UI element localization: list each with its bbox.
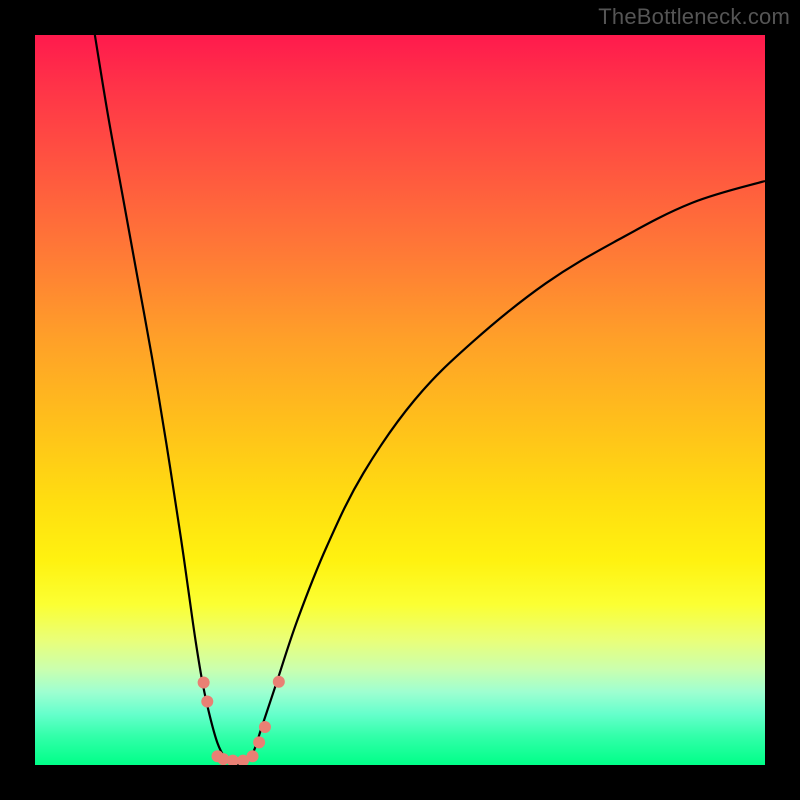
data-marker — [201, 695, 213, 707]
data-marker — [227, 755, 239, 765]
right-branch-path — [239, 181, 765, 765]
plot-area — [35, 35, 765, 765]
chart-frame: TheBottleneck.com — [0, 0, 800, 800]
watermark-label: TheBottleneck.com — [598, 4, 790, 30]
data-marker — [253, 736, 265, 748]
data-marker — [198, 677, 210, 689]
data-marker — [259, 721, 271, 733]
data-marker — [247, 750, 259, 762]
left-branch-path — [95, 35, 240, 765]
data-marker — [273, 676, 285, 688]
curve-layer — [35, 35, 765, 765]
